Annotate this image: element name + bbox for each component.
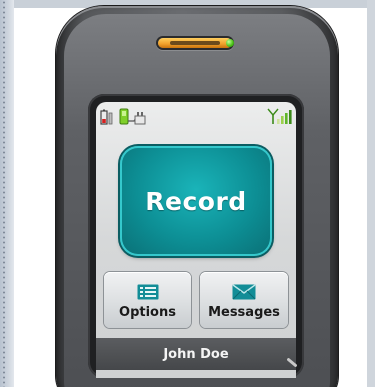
owner-name: John Doe (163, 346, 229, 362)
battery-icon (100, 109, 114, 129)
scene: Record Options Messages John Doe (0, 0, 375, 387)
record-button[interactable]: Record (120, 146, 272, 256)
options-label: Options (119, 304, 176, 320)
envelope-icon (232, 281, 256, 303)
signal-icon (266, 108, 292, 129)
messages-label: Messages (208, 304, 280, 320)
options-button[interactable]: Options (104, 272, 191, 328)
dotted-border (3, 0, 5, 387)
status-bar (96, 102, 296, 128)
right-panel-edge (367, 0, 375, 387)
list-icon (137, 281, 159, 303)
phone-screen: Record Options Messages John Doe (96, 102, 296, 378)
mobile-phone: Record Options Messages John Doe (56, 6, 338, 387)
record-button-label: Record (145, 186, 247, 216)
messages-button[interactable]: Messages (200, 272, 288, 328)
owner-bar: John Doe (96, 338, 296, 370)
earpiece-speaker (158, 38, 234, 48)
soft-button-row: Options Messages (104, 272, 288, 330)
charger-icon (118, 108, 148, 129)
status-led (226, 39, 234, 47)
left-panel-edge (0, 0, 14, 387)
screen-frame: Record Options Messages John Doe (88, 94, 304, 378)
